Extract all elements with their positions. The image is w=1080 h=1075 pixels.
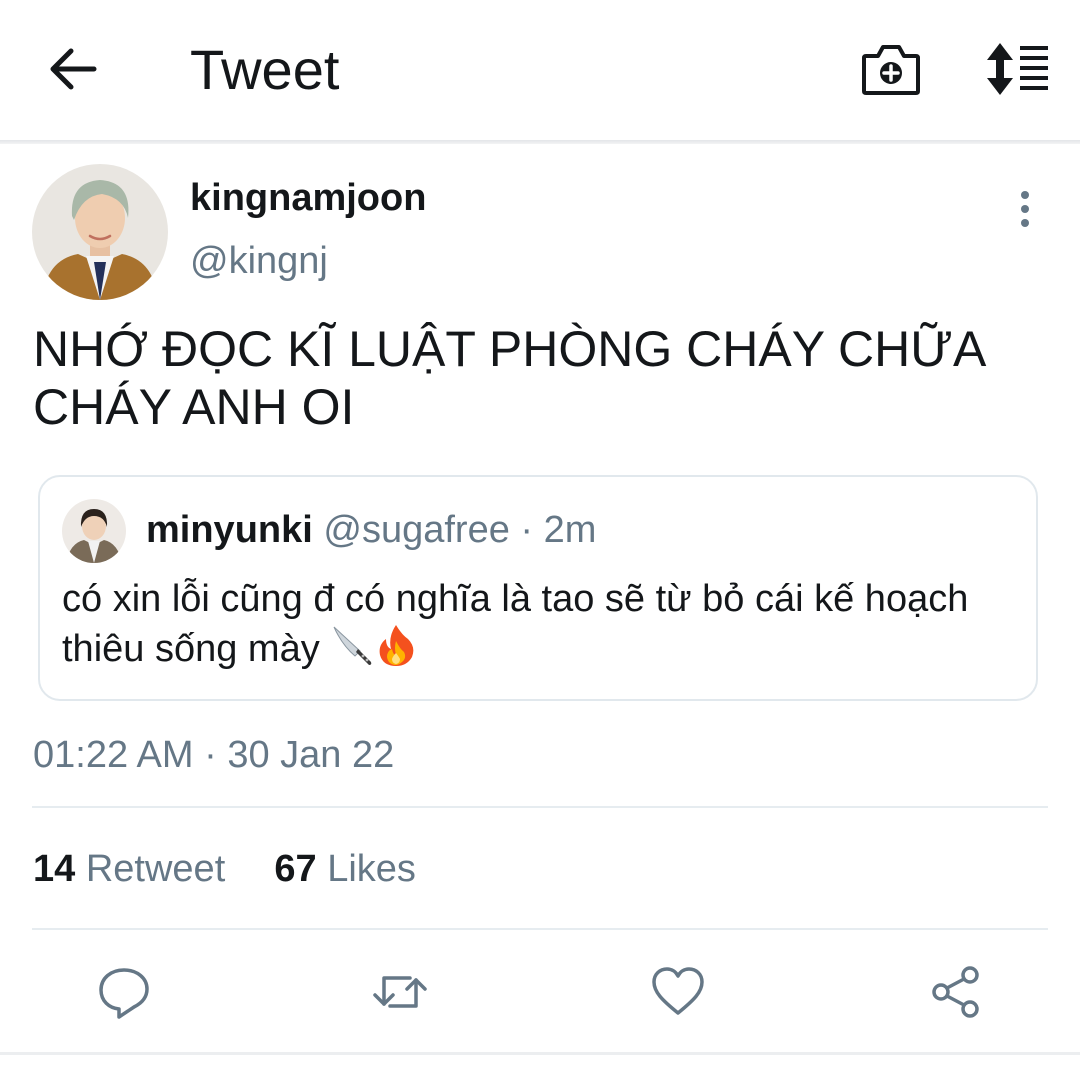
retweet-stat[interactable]: 14 Retweet — [33, 848, 236, 890]
knife-emoji — [330, 623, 374, 667]
page-title: Tweet — [190, 38, 340, 101]
heart-icon — [652, 967, 704, 1015]
more-vertical-icon — [1021, 191, 1029, 227]
quoted-time: 2m — [543, 509, 597, 551]
camera-plus-icon — [862, 45, 920, 95]
tweet-text: NHỚ ĐỌC KĨ LUẬT PHÒNG CHÁY CHỮA CHÁY ANH… — [33, 321, 984, 435]
top-bar: Tweet — [0, 0, 1080, 140]
header-divider — [0, 140, 1080, 144]
likes-stat[interactable]: 67 Likes — [274, 848, 416, 890]
like-button[interactable] — [650, 964, 706, 1020]
retweet-icon — [373, 976, 427, 1008]
quoted-handle[interactable]: @sugafree — [323, 509, 509, 551]
retweet-button[interactable] — [372, 964, 428, 1020]
retweet-label: Retweet — [85, 848, 226, 890]
tweet-timestamp: 01:22 AM · 30 Jan 22 — [33, 734, 395, 776]
likes-label: Likes — [327, 848, 416, 890]
retweet-count: 14 — [33, 848, 76, 890]
share-icon — [932, 966, 979, 1018]
quoted-header: minyunki @sugafree · 2m — [146, 507, 596, 553]
more-options-button[interactable] — [1008, 188, 1042, 232]
camera-button[interactable] — [858, 40, 924, 100]
quoted-tweet-card[interactable]: minyunki @sugafree · 2m có xin lỗi cũng … — [38, 475, 1038, 701]
sort-list-icon — [987, 43, 1048, 95]
knife-icon — [333, 626, 372, 665]
quoted-author-avatar[interactable] — [62, 499, 126, 563]
share-button[interactable] — [928, 964, 984, 1020]
author-display-name[interactable]: kingnamjoon — [190, 175, 426, 221]
likes-count: 67 — [274, 848, 317, 890]
user-avatar — [32, 164, 168, 300]
fire-icon — [379, 625, 414, 666]
quoted-text: có xin lỗi cũng đ có nghĩa là tao sẽ từ … — [62, 575, 1002, 673]
sort-button[interactable] — [980, 40, 1052, 98]
author-avatar[interactable] — [32, 164, 168, 300]
divider — [32, 928, 1048, 930]
divider — [32, 806, 1048, 808]
quoted-separator: · — [520, 509, 534, 551]
reply-icon — [99, 968, 149, 1019]
back-button[interactable] — [44, 40, 102, 98]
tweet-stats: 14 Retweet 67 Likes — [33, 846, 416, 892]
quoted-display-name[interactable]: minyunki — [146, 509, 313, 551]
bottom-divider — [0, 1052, 1080, 1055]
fire-emoji — [374, 623, 418, 667]
reply-button[interactable] — [96, 964, 152, 1020]
arrow-left-icon — [50, 48, 97, 90]
user-avatar — [62, 499, 126, 563]
quoted-text-body: có xin lỗi cũng đ có nghĩa là tao sẽ từ … — [62, 578, 969, 670]
author-handle[interactable]: @kingnj — [190, 238, 328, 284]
